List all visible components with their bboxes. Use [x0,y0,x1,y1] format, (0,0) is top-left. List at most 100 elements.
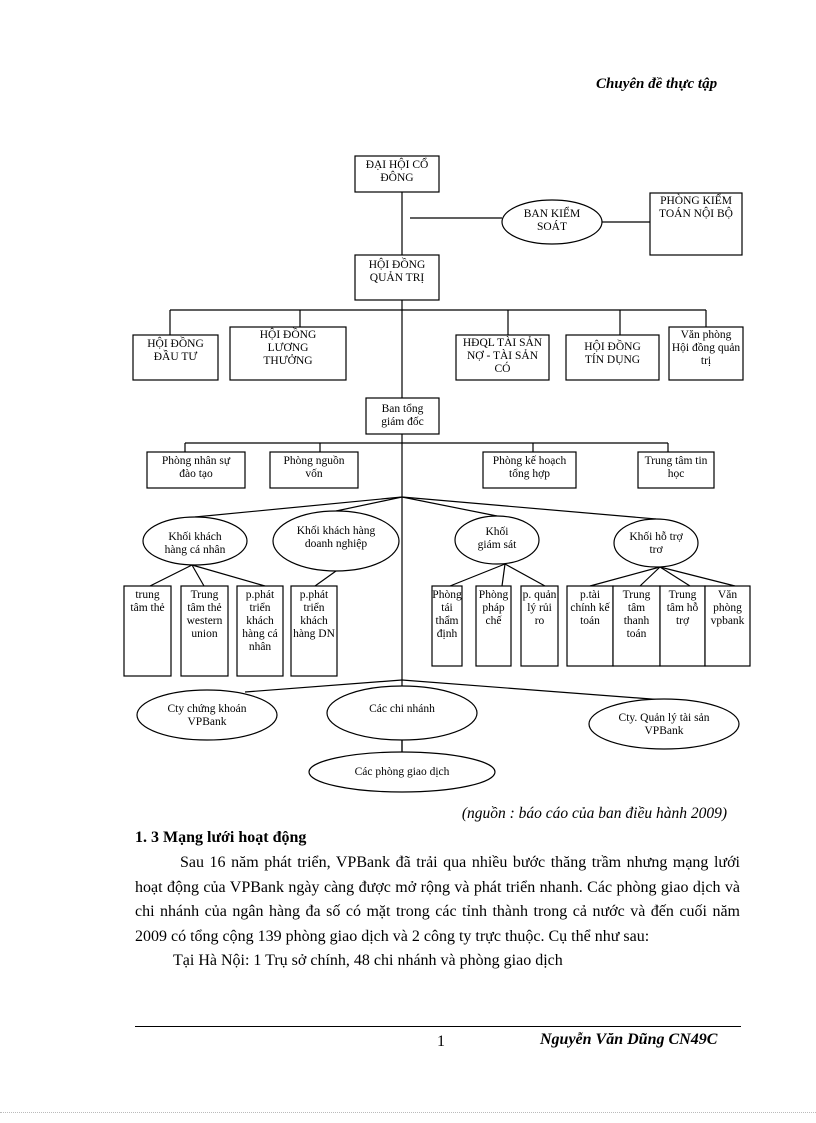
footer-divider [135,1026,741,1027]
node-label-line: PHÒNG KIỂM [660,192,732,207]
node-label-line: pháp [482,602,505,614]
node-ellipse [136,689,278,741]
node-label: Các phòng giao dịch [355,766,450,778]
node-label-line: tổng hợp [509,467,550,480]
org-node-hdql: HĐQL TÀI SẢN NỢ - TÀI SẢN CÓ [455,334,550,381]
node-label-line: Trung tâm tin [645,455,708,467]
node-label-line: Các chi nhánh [369,703,435,715]
node-label-line: nhân [249,641,272,653]
node-label-line: tâm [628,602,645,614]
node-label-line: doanh nghiệp [305,538,368,550]
node-ellipse [588,698,740,750]
node-label: PHÒNG KIỂM TOÁN NỘI BỘ [659,192,733,220]
org-node-tttin: Trung tâm tin học [637,451,715,489]
node-label-line: chế [486,614,503,627]
node-label-line: giám sát [478,539,517,551]
node-label-line: Phòng nhân sự [162,455,231,467]
org-node-vphd: Văn phòng Hội đồng quản trị [668,326,744,381]
node-label-line: Văn phòng [681,329,732,341]
org-node-ppc: Phòng pháp chế [475,585,512,667]
page-number: 1 [437,1033,445,1050]
node-label-line: HỘI ĐỒNG [260,326,317,341]
node-label-line: thanh [624,615,650,627]
org-node-cpgd: Các phòng giao dịch [308,751,496,793]
org-node-hdtd: HỘI ĐỒNG TÍN DỤNG [565,334,660,381]
org-node-ccn: Các chi nhánh [326,685,478,741]
node-label-line: khách [246,615,274,627]
org-node-pqlrr: p. quản lý rủi ro [520,585,559,667]
org-node-kdn: Khối khách hàng doanh nghiệp [272,510,400,572]
connector-line [504,563,546,587]
node-label-line: CÓ [495,361,511,375]
connector-line [314,570,337,587]
node-label-line: VPBank [645,725,684,737]
org-node-hdlt: HỘI ĐỒNG LƯƠNG THƯỞNG [229,326,347,381]
node-label-line: p.phát [246,589,275,601]
org-node-vpvp: Văn phòng vpbank [704,585,751,667]
connector-line [449,563,506,587]
node-label-line: p. quản [523,589,557,601]
node-label-line: TOÁN NỘI BỘ [659,206,733,220]
node-label-line: tâm thẻ [187,602,221,614]
node-label-line: HĐQL TÀI SẢN [463,335,543,349]
org-node-bks: BAN KIỂM SOÁT [501,199,603,245]
node-label-line: Cty. Quản lý tài sản [619,712,710,724]
node-label-line: tâm hỗ [667,601,699,614]
node-label-line: Khối khách hàng [297,524,376,537]
node-label-line: ĐẠI HỘI CỔ [366,156,429,171]
node-label-line: chính kế [570,601,610,614]
node-label: HỘI ĐỒNG LƯƠNG THƯỞNG [260,326,317,367]
node-label-line: Ban tổng [382,402,424,415]
node-label-line: SOÁT [537,219,567,233]
node-label-line: trị [701,355,711,367]
paragraph: Tại Hà Nội: 1 Trụ sở chính, 48 chi nhánh… [173,952,563,969]
node-label-line: trung [135,589,160,601]
node-label: Trung tâm thanh toán [623,589,651,640]
node-label-line: hàng cá [242,628,277,640]
node-label-line: Phòng [432,589,462,601]
connector-line [501,563,506,587]
node-label-line: Văn [718,589,737,601]
node-label-line: đào tạo [179,468,213,480]
node-label-line: ro [535,615,545,627]
node-label-line: lý rủi [527,602,552,614]
source-note: (nguồn : báo cáo của ban điều hành 2009) [461,805,727,822]
connector-line [191,564,266,587]
node-label-line: hàng DN [293,628,336,640]
node-label-line: tâm thẻ [130,602,164,614]
org-node-ttthe: trung tâm thẻ [123,585,172,677]
node-label: HỘI ĐỒNG TÍN DỤNG [584,338,641,366]
node-label-line: Hội đồng quản [672,341,741,354]
node-label-line: toán [580,615,600,627]
footer-author: Nguyễn Văn Dũng CN49C [540,1031,718,1048]
org-node-pkh: Phòng kế hoạch tổng hợp [482,451,577,489]
connector-line [659,566,691,587]
node-label-line: BAN KIỂM [524,205,581,220]
org-node-pns: Phòng nhân sự đào tạo [146,451,246,489]
node-label-line: Các phòng giao dịch [355,766,450,778]
node-label-line: Phòng [479,589,509,601]
body-text: Sau 16 năm phát triển, VPBank đã trải qu… [135,851,740,974]
node-label-line: định [437,628,458,640]
node-label-line: HỘI ĐỒNG [584,338,641,353]
section-heading: 1. 3 Mạng lưới hoạt động [135,829,307,846]
org-node-btgd: Ban tổng giám đốc [365,397,440,435]
connector-line [401,496,498,517]
node-label: HỘI ĐỒNG QUẢN TRỊ [369,256,426,284]
org-node-ppcn: p.phát triển khách hàng cá nhân [236,585,284,677]
node-label-line: vpbank [711,615,745,627]
node-label-line: Trung [623,589,651,601]
node-label-line: HỘI ĐỒNG [147,335,204,350]
org-node-ttwu: Trung tâm thẻ western union [180,585,229,677]
node-label-line: Khối [486,525,509,538]
node-label: Trung tâm thẻ western union [187,589,223,640]
org-node-hddt: HỘI ĐỒNG ĐẦU TƯ [132,334,219,381]
page-edge [0,1112,816,1113]
node-label-line: triển [303,601,324,614]
org-node-dhcd: ĐẠI HỘI CỔ ĐÔNG [354,155,440,193]
node-label-line: toán [627,628,647,640]
org-node-ptd: Phòng tái thẩm định [431,585,463,667]
node-label-line: HỘI ĐỒNG [369,256,426,271]
node-label-line: Khối hỗ trợ [629,530,683,543]
connector-line [335,496,403,512]
